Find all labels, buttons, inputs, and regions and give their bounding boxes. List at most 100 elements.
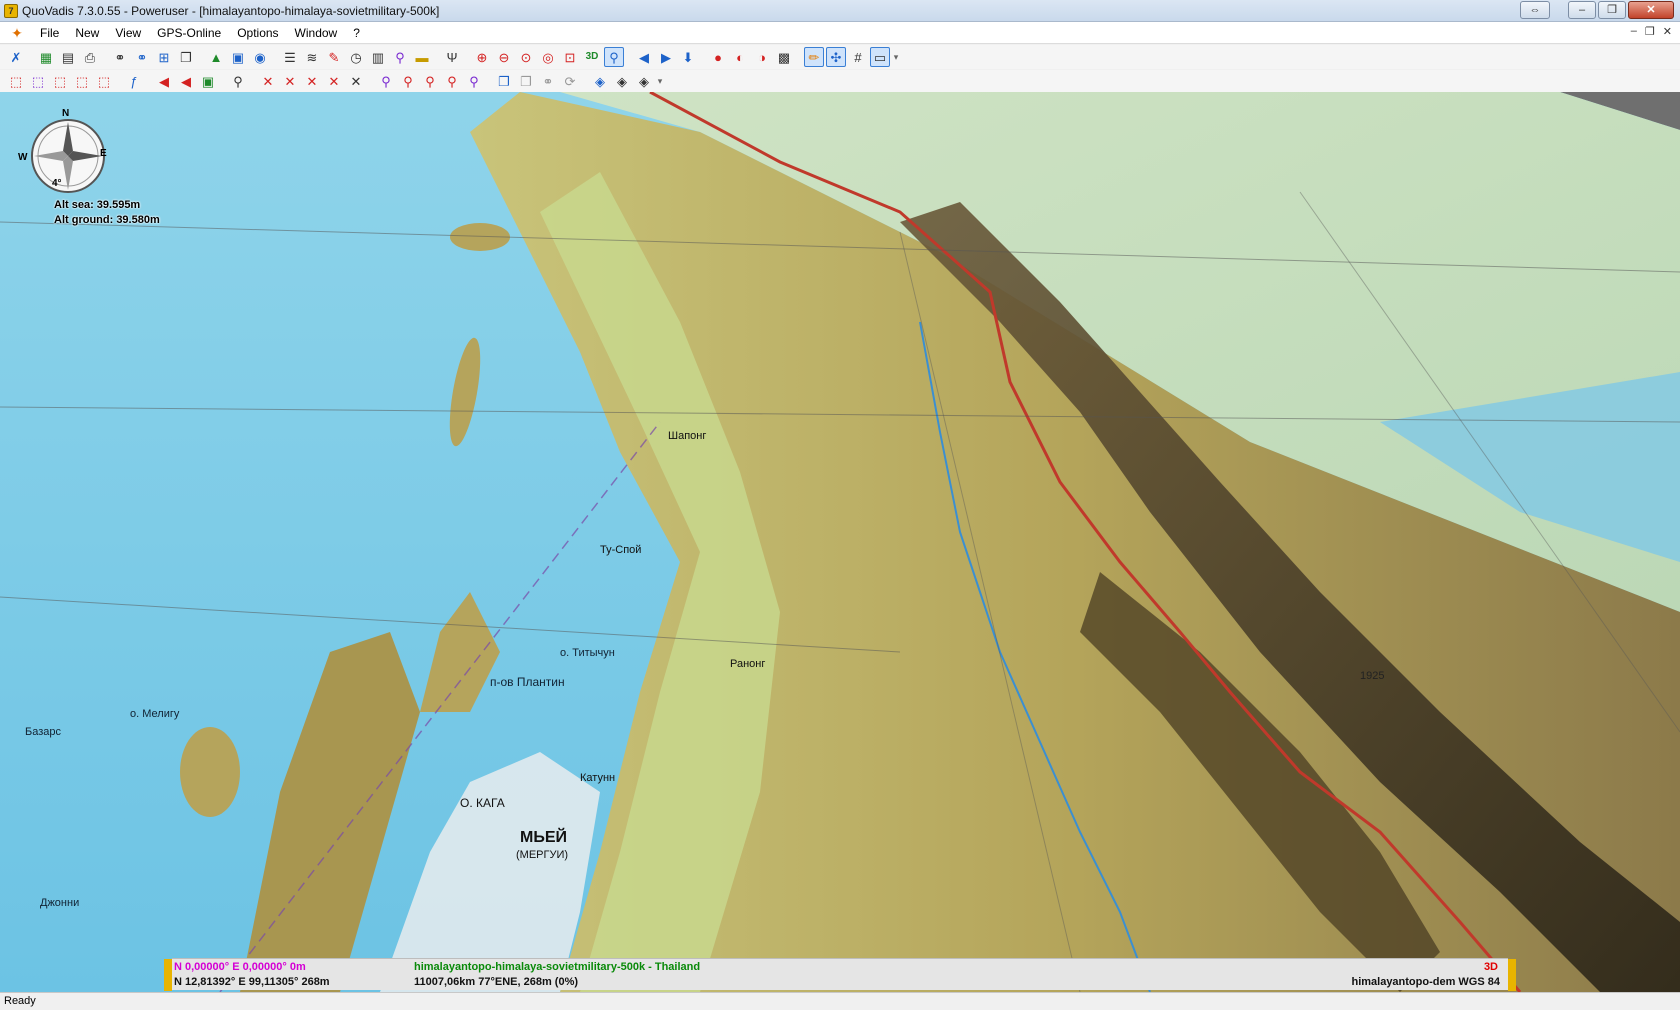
layers-icon[interactable]: ≋ — [302, 47, 322, 67]
back-icon[interactable]: ◀ — [634, 47, 654, 67]
forward-icon[interactable]: ▶ — [656, 47, 676, 67]
menu-new[interactable]: New — [67, 22, 107, 44]
binoculars-icon[interactable]: ⚭ — [110, 47, 130, 67]
print-preview-icon[interactable]: ▤ — [58, 47, 78, 67]
remove-point-icon[interactable]: ✕ — [258, 72, 278, 92]
remove-track-icon[interactable]: ✕ — [302, 72, 322, 92]
toolbar-separator — [700, 47, 706, 67]
map-status-panel: N 0,00000° E 0,00000° 0m N 12,81392° E 9… — [164, 958, 1516, 991]
map-label-town-6: Ранонг — [730, 658, 766, 670]
find-all-icon[interactable]: ⚲ — [464, 72, 484, 92]
find-track-icon[interactable]: ⚲ — [420, 72, 440, 92]
compass-rose[interactable]: N E W 4° — [18, 108, 114, 202]
gps-stop-icon[interactable]: ◑ — [752, 47, 772, 67]
terrain-icon[interactable]: ▲ — [206, 47, 226, 67]
zoom-area-icon[interactable]: ⊡ — [560, 47, 580, 67]
route-edit-icon[interactable]: ✎ — [324, 47, 344, 67]
windows-icon[interactable]: ❐ — [176, 47, 196, 67]
compass-east: E — [100, 148, 107, 159]
toolbar-separator — [198, 47, 204, 67]
gps-device-icon[interactable]: ▩ — [774, 47, 794, 67]
track-new-icon[interactable]: ⬚ — [94, 72, 114, 92]
find-point-icon[interactable]: ⚲ — [376, 72, 396, 92]
database-search-icon[interactable]: ◈ — [612, 72, 632, 92]
search-binoculars-icon[interactable]: ⚭ — [132, 47, 152, 67]
toolbar-separator — [272, 47, 278, 67]
mdi-minimize-icon[interactable]: – — [1631, 25, 1637, 38]
zoom-fit-icon[interactable]: ⊙ — [516, 47, 536, 67]
route-new-icon[interactable]: ⬚ — [50, 72, 70, 92]
database-export-icon[interactable]: ◈ — [634, 72, 654, 92]
maximize-button[interactable]: ❐ — [1598, 1, 1626, 19]
database-icon[interactable]: ◈ — [590, 72, 610, 92]
map-label-town-4: Ту-Спой — [600, 544, 642, 556]
route-list-icon[interactable]: ⬚ — [72, 72, 92, 92]
toolbar-overflow-icon[interactable]: ▾ — [892, 47, 900, 67]
toolbar-separator — [220, 72, 226, 92]
disabled-link-icon[interactable]: ⚭ — [538, 72, 558, 92]
map-label-town-2: О. КАГА — [460, 796, 505, 810]
disabled-copy-icon[interactable]: ❐ — [516, 72, 536, 92]
map-3d-view[interactable]: о. Мелигу Базарс п-ов Плантин о. Титычун… — [0, 92, 1680, 992]
disabled-sync-icon[interactable]: ⟳ — [560, 72, 580, 92]
find-route-icon[interactable]: ⚲ — [398, 72, 418, 92]
menu-window[interactable]: Window — [287, 22, 346, 44]
menu-view[interactable]: View — [107, 22, 149, 44]
compass-icon[interactable]: ✣ — [826, 47, 846, 67]
remove-all-icon[interactable]: ✕ — [346, 72, 366, 92]
search-map-icon[interactable]: ⚲ — [228, 72, 248, 92]
tools-fork-icon[interactable]: Ψ — [442, 47, 462, 67]
gps-record-icon[interactable]: ● — [708, 47, 728, 67]
globe-icon[interactable]: ◉ — [250, 47, 270, 67]
menu-help[interactable]: ? — [345, 22, 368, 44]
grid-icon[interactable]: ⊞ — [154, 47, 174, 67]
gps-pause-icon[interactable]: ◐ — [730, 47, 750, 67]
map-grid-icon[interactable]: # — [848, 47, 868, 67]
script-icon[interactable]: ƒ — [124, 72, 144, 92]
download-icon[interactable]: ⬇ — [678, 47, 698, 67]
app-window: 7 QuoVadis 7.3.0.55 - Poweruser - [himal… — [0, 0, 1680, 1010]
waypoint-list-icon[interactable]: ⬚ — [28, 72, 48, 92]
document-icon[interactable]: ▥ — [368, 47, 388, 67]
cursor-coordinates: N 0,00000° E 0,00000° 0m — [174, 961, 306, 973]
find-area-icon[interactable]: ⚲ — [442, 72, 462, 92]
map-label-town-5: Джонни — [40, 897, 80, 909]
minimize-button[interactable]: – — [1568, 1, 1596, 19]
view-3d-icon[interactable]: 3D — [582, 47, 602, 67]
ruler-icon[interactable]: ▬ — [412, 47, 432, 67]
remove-area-icon[interactable]: ✕ — [324, 72, 344, 92]
toolbar-separator — [102, 47, 108, 67]
photo-icon[interactable]: ▣ — [228, 47, 248, 67]
menu-options[interactable]: Options — [229, 22, 286, 44]
list-icon[interactable]: ☰ — [280, 47, 300, 67]
mdi-restore-icon[interactable]: ❐ — [1645, 25, 1655, 38]
waypoint-new-icon[interactable]: ⬚ — [6, 72, 26, 92]
zoom-select-icon[interactable]: ⚲ — [604, 47, 624, 67]
tools-icon[interactable]: ✗ — [6, 47, 26, 67]
toolbar-overflow-icon[interactable]: ▾ — [656, 72, 664, 92]
document-icon[interactable]: ✦ — [8, 24, 26, 42]
menu-file[interactable]: File — [32, 22, 67, 44]
replay-icon[interactable]: ◀ — [176, 72, 196, 92]
remove-route-icon[interactable]: ✕ — [280, 72, 300, 92]
clock-icon[interactable]: ◷ — [346, 47, 366, 67]
secondary-toolbar: ⬚ ⬚ ⬚ ⬚ ⬚ ƒ ◀ ◀ ▣ ⚲ ✕ ✕ ✕ ✕ ✕ ⚲ ⚲ ⚲ ⚲ ⚲ ❐ ❐ ⚭ ⟳ ◈ ◈ ◈ ▾ — [0, 70, 1680, 94]
color-palette-icon[interactable]: ▣ — [198, 72, 218, 92]
toolbar-separator — [28, 47, 34, 67]
mdi-close-icon[interactable]: ✕ — [1663, 25, 1672, 38]
pencil-icon[interactable]: ✏ — [804, 47, 824, 67]
toolbar-separator — [582, 72, 588, 92]
close-button[interactable]: ✕ — [1628, 1, 1674, 19]
print-icon[interactable]: ⎙ — [80, 47, 100, 67]
restore-arrows-button[interactable]: ⇔ — [1520, 1, 1550, 19]
zoom-out-icon[interactable]: ⊖ — [494, 47, 514, 67]
display-icon[interactable]: ▭ — [870, 47, 890, 67]
zoom-in-icon[interactable]: ⊕ — [472, 47, 492, 67]
copy-layer-icon[interactable]: ❐ — [494, 72, 514, 92]
map-label-city-sub: (МЕРГУИ) — [516, 849, 569, 861]
waypoint-icon[interactable]: ⚲ — [390, 47, 410, 67]
menu-gps-online[interactable]: GPS-Online — [149, 22, 229, 44]
map-icon[interactable]: ▦ — [36, 47, 56, 67]
zoom-window-icon[interactable]: ◎ — [538, 47, 558, 67]
rewind-icon[interactable]: ◀ — [154, 72, 174, 92]
